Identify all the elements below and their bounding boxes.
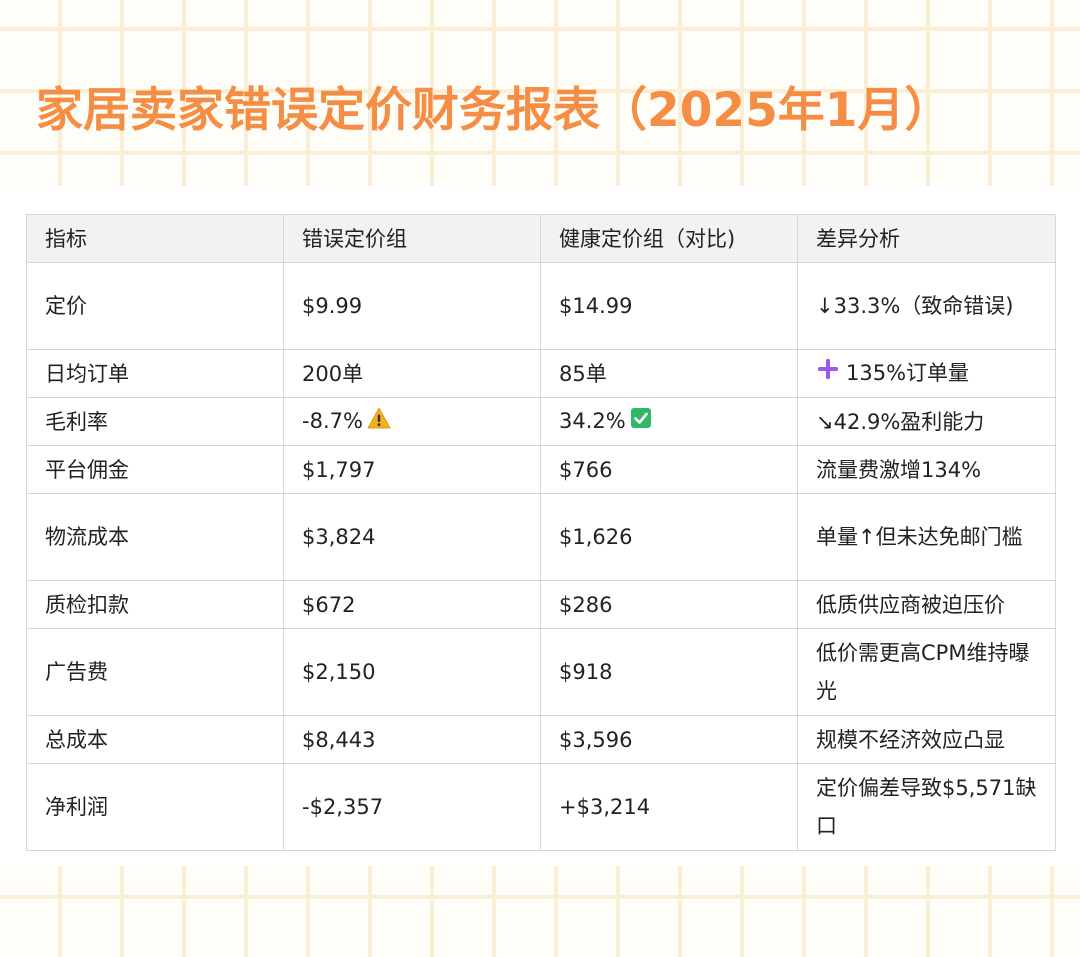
analysis-cell: 流量费激增134%	[797, 445, 1056, 494]
table-row: 毛利率 -8.7% 34.2% ↘42.9%盈利能力	[26, 397, 1056, 446]
finance-table: 指标 错误定价组 健康定价组（对比) 差异分析 定价 $9.99 $14.99 …	[26, 214, 1056, 851]
table-row: 物流成本 $3,824 $1,626 单量↑但未达免邮门槛	[26, 493, 1056, 581]
table-header-row: 指标 错误定价组 健康定价组（对比) 差异分析	[26, 214, 1056, 263]
analysis-cell: 单量↑但未达免邮门槛	[797, 493, 1056, 581]
analysis-cell: ↘42.9%盈利能力	[797, 397, 1056, 446]
header-healthy-group: 健康定价组（对比)	[540, 214, 798, 263]
table-row: 总成本 $8,443 $3,596 规模不经济效应凸显	[26, 715, 1056, 764]
header-analysis: 差异分析	[797, 214, 1056, 263]
error-group-cell: -$2,357	[283, 763, 541, 851]
error-group-cell: $2,150	[283, 628, 541, 716]
page-title: 家居卖家错误定价财务报表（2025年1月）	[36, 83, 952, 138]
metric-cell: 广告费	[26, 628, 284, 716]
analysis-cell: ↓33.3%（致命错误)	[797, 262, 1056, 350]
analysis-cell: 135%订单量	[797, 349, 1056, 398]
error-group-cell: 200单	[283, 349, 541, 398]
metric-cell: 物流成本	[26, 493, 284, 581]
metric-cell: 平台佣金	[26, 445, 284, 494]
healthy-group-cell: 85单	[540, 349, 798, 398]
error-group-cell: $672	[283, 580, 541, 629]
analysis-text: 135%订单量	[846, 361, 970, 385]
healthy-value: 34.2%	[559, 409, 626, 433]
table-row: 日均订单 200单 85单 135%订单量	[26, 349, 1056, 398]
table-row: 净利润 -$2,357 +$3,214 定价偏差导致$5,571缺口	[26, 763, 1056, 851]
error-group-cell: $1,797	[283, 445, 541, 494]
check-icon	[630, 403, 652, 441]
metric-cell: 定价	[26, 262, 284, 350]
error-group-cell: $3,824	[283, 493, 541, 581]
header-metric: 指标	[26, 214, 284, 263]
analysis-cell: 规模不经济效应凸显	[797, 715, 1056, 764]
error-value: -8.7%	[302, 409, 363, 433]
error-group-cell: -8.7%	[283, 397, 541, 446]
healthy-group-cell: $3,596	[540, 715, 798, 764]
table-row: 定价 $9.99 $14.99 ↓33.3%（致命错误)	[26, 262, 1056, 350]
header-error-group: 错误定价组	[283, 214, 541, 263]
healthy-group-cell: $286	[540, 580, 798, 629]
healthy-group-cell: 34.2%	[540, 397, 798, 446]
analysis-cell: 低价需更高CPM维持曝光	[797, 628, 1056, 716]
metric-cell: 质检扣款	[26, 580, 284, 629]
metric-cell: 日均订单	[26, 349, 284, 398]
plus-icon	[816, 355, 840, 393]
analysis-cell: 定价偏差导致$5,571缺口	[797, 763, 1056, 851]
healthy-group-cell: $766	[540, 445, 798, 494]
metric-cell: 总成本	[26, 715, 284, 764]
metric-cell: 毛利率	[26, 397, 284, 446]
error-group-cell: $8,443	[283, 715, 541, 764]
warning-icon	[367, 403, 391, 441]
error-group-cell: $9.99	[283, 262, 541, 350]
table-row: 平台佣金 $1,797 $766 流量费激增134%	[26, 445, 1056, 494]
healthy-group-cell: +$3,214	[540, 763, 798, 851]
analysis-cell: 低质供应商被迫压价	[797, 580, 1056, 629]
metric-cell: 净利润	[26, 763, 284, 851]
healthy-group-cell: $1,626	[540, 493, 798, 581]
healthy-group-cell: $14.99	[540, 262, 798, 350]
healthy-group-cell: $918	[540, 628, 798, 716]
table-row: 广告费 $2,150 $918 低价需更高CPM维持曝光	[26, 628, 1056, 716]
table-row: 质检扣款 $672 $286 低质供应商被迫压价	[26, 580, 1056, 629]
